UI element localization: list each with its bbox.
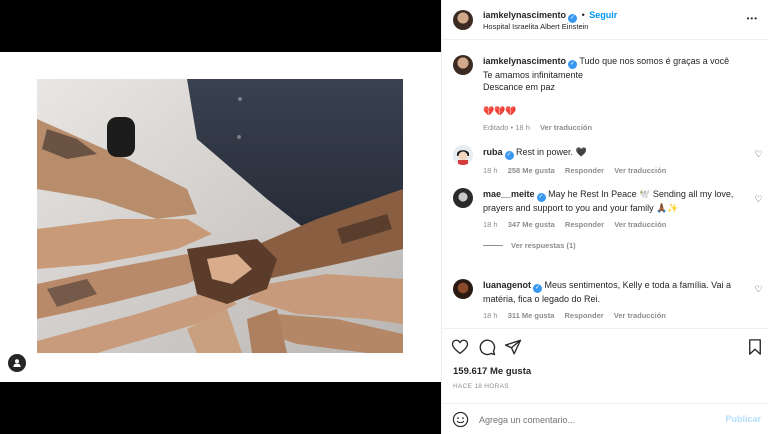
caption-avatar[interactable] <box>453 55 473 75</box>
reply-button[interactable]: Responder <box>565 311 604 320</box>
verified-badge-icon: ✓ <box>533 284 543 293</box>
like-heart-icon[interactable] <box>451 338 469 356</box>
comment-like-heart-icon[interactable]: ♡ <box>754 195 763 204</box>
comment-time[interactable]: 18 h <box>483 311 498 320</box>
post-timestamp[interactable]: HACE 18 HORAS <box>453 383 509 390</box>
comment-username[interactable]: mae__meite <box>483 189 535 199</box>
caption-meta: Editado • 18 h Ver traducción <box>483 123 758 132</box>
comments-section: iamkelynascimento ✓ Tudo que nos somos é … <box>442 41 768 328</box>
comment-meta: 18 h 258 Me gusta Responder Ver traducci… <box>483 166 753 175</box>
separator-dot: • <box>510 123 514 132</box>
caption: iamkelynascimento ✓ Tudo que nos somos é … <box>483 55 758 132</box>
action-bar: 159.617 Me gusta HACE 18 HORAS <box>442 328 768 403</box>
caption-username[interactable]: iamkelynascimento <box>483 56 566 66</box>
see-translation-link[interactable]: Ver traducción <box>540 123 592 132</box>
more-options-icon[interactable]: ••• <box>747 14 758 23</box>
view-replies-link[interactable]: Ver respuestas (1) <box>511 241 576 250</box>
caption-line: Tudo que nos somos é graças a você <box>579 56 730 66</box>
comment-meta: 18 h 347 Me gusta Responder Ver traducci… <box>483 220 753 229</box>
edited-label: Editado <box>483 123 509 132</box>
comment-time[interactable]: 18 h <box>483 166 498 175</box>
caption-line: Descance em paz <box>483 82 556 92</box>
post-header: iamkelynascimento ✓ • Seguir Hospital Isr… <box>442 0 768 40</box>
reply-button[interactable]: Responder <box>565 220 604 229</box>
comment-username[interactable]: ruba <box>483 147 503 157</box>
comment-like-heart-icon[interactable]: ♡ <box>754 285 763 294</box>
author-username[interactable]: iamkelynascimento <box>483 10 566 20</box>
reply-button[interactable]: Responder <box>565 166 604 175</box>
post-details-panel: iamkelynascimento ✓ • Seguir Hospital Isr… <box>441 0 768 434</box>
comment: mae__meite ✓ May he Rest In Peace 🕊️ Send… <box>483 188 753 250</box>
share-paper-plane-icon[interactable] <box>504 338 522 356</box>
caption-emoji: 💔💔💔 <box>483 106 517 116</box>
comment-likes[interactable]: 258 Me gusta <box>508 166 555 175</box>
comment-meta: 18 h 311 Me gusta Responder Ver traducci… <box>483 311 753 320</box>
comment-time[interactable]: 18 h <box>483 220 498 229</box>
comment-username[interactable]: luanagenot <box>483 280 531 290</box>
comment: ruba ✓ Rest in power. 🖤 18 h 258 Me gusta… <box>483 146 753 175</box>
ruba-avatar-icon <box>453 145 473 165</box>
comment: luanagenot ✓ Meus sentimentos, Kelly e to… <box>483 279 753 320</box>
likes-count[interactable]: 159.617 Me gusta <box>453 366 531 377</box>
replies-divider <box>483 245 503 246</box>
tagged-users-button[interactable] <box>8 354 26 372</box>
publish-button[interactable]: Publicar <box>725 414 761 424</box>
follow-button[interactable]: Seguir <box>589 10 617 20</box>
comment-avatar[interactable] <box>453 145 473 165</box>
media-panel <box>0 52 441 382</box>
comment-bubble-icon[interactable] <box>478 338 496 356</box>
verified-badge-icon: ✓ <box>504 151 514 160</box>
comment-text: Rest in power. 🖤 <box>516 147 587 157</box>
separator-dot: • <box>581 10 585 20</box>
post-photo[interactable] <box>37 79 403 353</box>
verified-badge-icon: ✓ <box>568 60 578 69</box>
hands-photo <box>37 79 403 353</box>
user-tag-icon <box>13 359 21 367</box>
comment-avatar[interactable] <box>453 188 473 208</box>
instagram-post-viewer: iamkelynascimento ✓ • Seguir Hospital Isr… <box>0 0 768 434</box>
add-comment-bar: Publicar <box>442 403 768 434</box>
save-bookmark-icon[interactable] <box>746 338 764 356</box>
comment-avatar[interactable] <box>453 279 473 299</box>
post-location[interactable]: Hospital Israelita Albert Einstein <box>483 22 588 31</box>
caption-time: 18 h <box>515 123 530 132</box>
comment-like-heart-icon[interactable]: ♡ <box>754 150 763 159</box>
comment-likes[interactable]: 347 Me gusta <box>508 220 555 229</box>
view-replies[interactable]: Ver respuestas (1) <box>483 241 753 250</box>
author-avatar[interactable] <box>453 10 473 30</box>
see-translation-link[interactable]: Ver traducción <box>614 166 666 175</box>
caption-line: Te amamos infinitamente <box>483 70 584 80</box>
see-translation-link[interactable]: Ver traducción <box>614 220 666 229</box>
verified-badge-icon: ✓ <box>536 193 546 202</box>
comment-input[interactable] <box>479 411 709 428</box>
comment-likes[interactable]: 311 Me gusta <box>508 311 555 320</box>
emoji-smiley-icon[interactable] <box>452 411 469 428</box>
see-translation-link[interactable]: Ver traducción <box>614 311 666 320</box>
